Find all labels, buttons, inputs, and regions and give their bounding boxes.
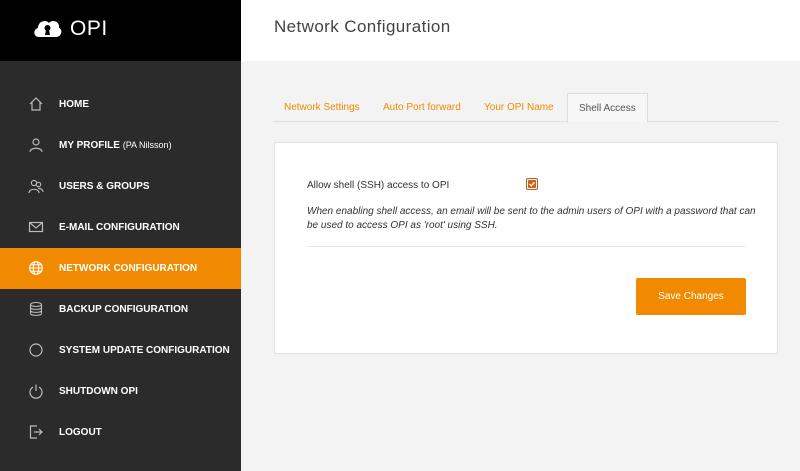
users-icon bbox=[28, 178, 44, 194]
sidebar-item-label: E-MAIL CONFIGURATION bbox=[59, 222, 180, 233]
sidebar-item-logout[interactable]: LOGOUT bbox=[0, 412, 241, 453]
sidebar-item-backup-configuration[interactable]: BACKUP CONFIGURATION bbox=[0, 289, 241, 330]
sidebar-item-network-configuration[interactable]: NETWORK CONFIGURATION bbox=[0, 248, 241, 289]
tab-auto-port-forward[interactable]: Auto Port forward bbox=[372, 93, 472, 122]
shell-access-panel: Allow shell (SSH) access to OPI When ena… bbox=[274, 142, 778, 354]
power-icon bbox=[28, 383, 44, 399]
sidebar-item-title: MY PROFILE bbox=[59, 140, 120, 151]
sidebar-item-label: HOME bbox=[59, 99, 89, 110]
sidebar-item-users-groups[interactable]: USERS & GROUPS bbox=[0, 166, 241, 207]
brand-name: OPI bbox=[70, 17, 108, 40]
sidebar-item-label: LOGOUT bbox=[59, 427, 102, 438]
home-icon bbox=[28, 96, 44, 112]
sidebar-item-shutdown-opi[interactable]: SHUTDOWN OPI bbox=[0, 371, 241, 412]
globe-icon bbox=[28, 260, 44, 276]
tab-shell-access[interactable]: Shell Access bbox=[567, 93, 648, 123]
brand-header: OPI bbox=[0, 0, 241, 61]
profile-user-name: (PA Nilsson) bbox=[122, 140, 172, 150]
page-title: Network Configuration bbox=[274, 17, 451, 36]
sidebar-item-label: SYSTEM UPDATE CONFIGURATION bbox=[59, 345, 230, 356]
top-bar: Network Configuration bbox=[241, 0, 800, 61]
user-icon bbox=[28, 137, 44, 153]
tab-your-opi-name[interactable]: Your OPI Name bbox=[473, 93, 565, 122]
ssh-access-label: Allow shell (SSH) access to OPI bbox=[307, 180, 450, 191]
sidebar-item-label: NETWORK CONFIGURATION bbox=[59, 263, 198, 274]
tab-bar: Network Settings Auto Port forward Your … bbox=[273, 93, 778, 123]
tab-network-settings[interactable]: Network Settings bbox=[273, 93, 371, 122]
sidebar-item-label: USERS & GROUPS bbox=[59, 181, 150, 192]
mail-icon bbox=[28, 219, 44, 235]
database-icon bbox=[28, 301, 44, 317]
sidebar-item-label: SHUTDOWN OPI bbox=[59, 386, 138, 397]
keyhole-cloud-icon[interactable] bbox=[30, 13, 64, 47]
sidebar: OPI HOME MY PROFILE (PA Nilsson) USERS &… bbox=[0, 0, 241, 471]
save-changes-button[interactable]: Save Changes bbox=[636, 278, 746, 315]
sidebar-item-my-profile[interactable]: MY PROFILE (PA Nilsson) bbox=[0, 125, 241, 166]
sidebar-item-system-update-configuration[interactable]: SYSTEM UPDATE CONFIGURATION bbox=[0, 330, 241, 371]
sidebar-item-email-configuration[interactable]: E-MAIL CONFIGURATION bbox=[0, 207, 241, 248]
checkmark-icon bbox=[528, 180, 536, 188]
ssh-help-text: When enabling shell access, an email wil… bbox=[307, 206, 756, 231]
logout-icon bbox=[28, 424, 44, 440]
divider bbox=[307, 246, 745, 247]
sidebar-item-home[interactable]: HOME bbox=[0, 84, 241, 125]
circle-icon bbox=[28, 342, 44, 358]
sidebar-item-label: MY PROFILE (PA Nilsson) bbox=[59, 140, 172, 151]
ssh-access-checkbox[interactable] bbox=[526, 178, 538, 190]
sidebar-item-label: BACKUP CONFIGURATION bbox=[59, 304, 189, 315]
